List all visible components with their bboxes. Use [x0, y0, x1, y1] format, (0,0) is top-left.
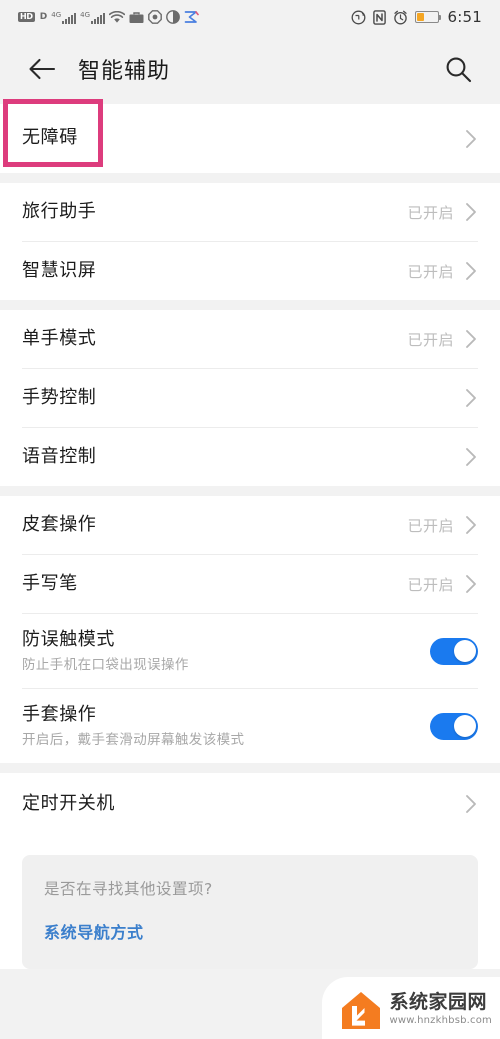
status-bar-clock: 6:51 [447, 8, 482, 26]
status-bar: HD D 4G 4G 6:51 [0, 0, 500, 34]
group-divider [0, 173, 500, 183]
other-settings-card: 是否在寻找其他设置项? 系统导航方式 [22, 855, 478, 969]
chevron-right-icon [464, 794, 478, 814]
signal-4g-icon-2: 4G [80, 10, 106, 24]
row-title: 无障碍 [22, 127, 78, 149]
search-button[interactable] [438, 49, 478, 89]
network-label-1: 4G [51, 10, 62, 19]
chevron-right-icon [464, 261, 478, 281]
group-divider [0, 486, 500, 496]
app-header: 智能辅助 [0, 34, 500, 104]
status-bar-right-icons: 6:51 [351, 8, 482, 26]
row-title: 手套操作 [22, 704, 97, 726]
settings-group-3: 单手模式 已开启 手势控制 语音控制 [0, 310, 500, 486]
chevron-right-icon [464, 515, 478, 535]
settings-row-case-operation[interactable]: 皮套操作 已开启 [0, 496, 500, 554]
settings-row-stylus[interactable]: 手写笔 已开启 [0, 555, 500, 613]
row-value: 已开启 [407, 575, 454, 594]
settings-row-accidental-touch-prevention[interactable]: 防误触模式 防止手机在口袋出现误操作 [0, 614, 500, 688]
row-title: 单手模式 [22, 327, 97, 349]
row-subtitle: 开启后，戴手套滑动屏幕触发该模式 [22, 731, 245, 748]
row-title: 智慧识屏 [22, 259, 97, 281]
group-divider [0, 763, 500, 773]
chevron-right-icon [464, 202, 478, 222]
battery-icon [414, 11, 442, 23]
briefcase-work-icon [129, 11, 144, 23]
row-title: 防误触模式 [22, 629, 115, 651]
watermark-site-url: www.hnzkhbsb.com [389, 1015, 492, 1027]
wifi-icon [109, 10, 126, 23]
chevron-right-icon [464, 129, 478, 149]
phone-screen: HD D 4G 4G 6:51 智能辅助 无障碍 旅行助手 已开启 智慧识屏 已… [0, 0, 500, 1039]
row-title: 手写笔 [22, 572, 78, 594]
row-title: 定时开关机 [22, 792, 115, 814]
sync-rotate-icon [351, 10, 365, 24]
settings-row-voice-control[interactable]: 语音控制 [0, 428, 500, 486]
footer-area: 是否在寻找其他设置项? 系统导航方式 [0, 835, 500, 969]
other-settings-question: 是否在寻找其他设置项? [44, 880, 213, 898]
settings-row-accessibility[interactable]: 无障碍 [0, 104, 500, 173]
hd-d-icon: D [39, 11, 48, 22]
search-icon [446, 57, 471, 82]
nfc-icon [372, 9, 386, 25]
group-divider [0, 300, 500, 310]
row-value: 已开启 [407, 330, 454, 349]
alarm-clock-icon [393, 10, 407, 24]
page-title: 智能辅助 [78, 59, 171, 84]
settings-row-one-hand-mode[interactable]: 单手模式 已开启 [0, 310, 500, 368]
toggle-accidental-touch-prevention[interactable] [430, 637, 478, 665]
chevron-right-icon [464, 329, 478, 349]
chevron-right-icon [464, 447, 478, 467]
system-navigation-link[interactable]: 系统导航方式 [44, 919, 456, 943]
row-title: 手势控制 [22, 386, 97, 408]
settings-row-smart-screen-recognition[interactable]: 智慧识屏 已开启 [0, 242, 500, 300]
contrast-icon [166, 10, 180, 24]
back-button[interactable] [22, 49, 62, 89]
share-arrow-icon [184, 11, 199, 23]
row-title: 旅行助手 [22, 200, 97, 222]
row-subtitle: 防止手机在口袋出现误操作 [22, 656, 189, 673]
settings-group-4: 皮套操作 已开启 手写笔 已开启 防误触模式 防止手机在口袋出现误操作 手套操作… [0, 496, 500, 763]
watermark-site-name: 系统家园网 [389, 991, 488, 1014]
network-label-2: 4G [80, 10, 91, 19]
back-arrow-icon [28, 58, 55, 80]
octagon-icon [148, 10, 162, 24]
row-value: 已开启 [407, 203, 454, 222]
settings-group-2: 旅行助手 已开启 智慧识屏 已开启 [0, 183, 500, 300]
settings-row-travel-assistant[interactable]: 旅行助手 已开启 [0, 183, 500, 241]
status-bar-left-icons: HD D 4G 4G [18, 10, 199, 24]
row-value: 已开启 [407, 262, 454, 281]
row-title: 皮套操作 [22, 513, 97, 535]
signal-4g-icon-1: 4G [51, 10, 77, 24]
settings-row-scheduled-power-on-off[interactable]: 定时开关机 [0, 773, 500, 835]
settings-row-gesture-control[interactable]: 手势控制 [0, 369, 500, 427]
row-title: 语音控制 [22, 445, 97, 467]
toggle-glove-mode[interactable] [430, 712, 478, 740]
house-arrow-logo [340, 989, 382, 1031]
settings-group-5: 定时开关机 [0, 773, 500, 835]
site-watermark: 系统家园网 www.hnzkhbsb.com [321, 977, 500, 1039]
chevron-right-icon [464, 388, 478, 408]
hd-volte-icon: HD [18, 12, 35, 22]
settings-row-glove-mode[interactable]: 手套操作 开启后，戴手套滑动屏幕触发该模式 [0, 689, 500, 763]
row-value: 已开启 [407, 516, 454, 535]
chevron-right-icon [464, 574, 478, 594]
settings-group-1: 无障碍 [0, 104, 500, 173]
